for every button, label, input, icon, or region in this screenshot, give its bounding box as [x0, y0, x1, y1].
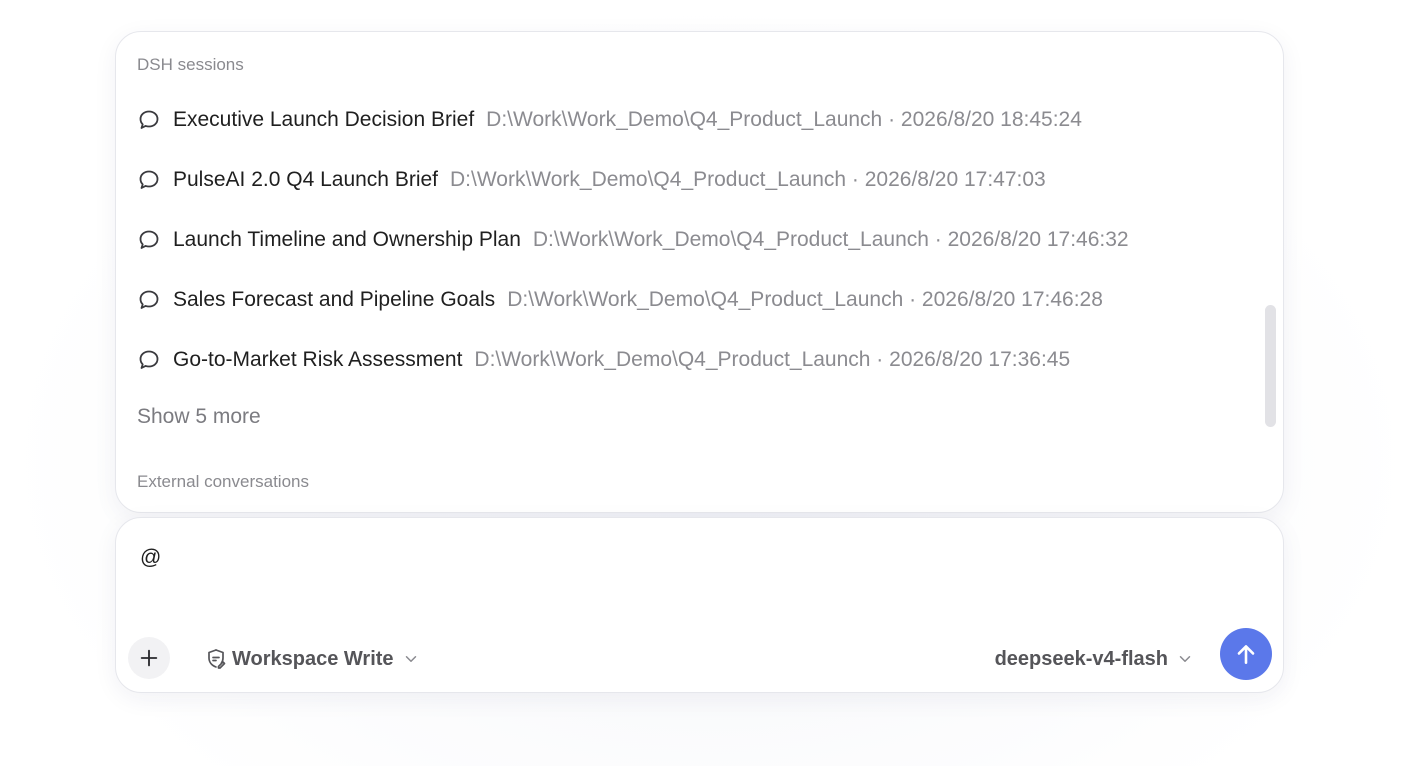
chat-bubble-icon: [137, 108, 161, 132]
session-meta: D:\Work\Work_Demo\Q4_Product_Launch · 20…: [450, 168, 1046, 191]
session-meta: D:\Work\Work_Demo\Q4_Product_Launch · 20…: [474, 348, 1071, 371]
message-input[interactable]: @: [140, 546, 161, 570]
send-button[interactable]: [1220, 628, 1272, 680]
mention-popup: DSH sessions Executive Launch Decision B…: [115, 31, 1284, 513]
session-item[interactable]: Go-to-Market Risk Assessment D:\Work\Wor…: [137, 340, 1237, 380]
session-title: Launch Timeline and Ownership Plan: [173, 228, 521, 251]
session-title: Sales Forecast and Pipeline Goals: [173, 288, 496, 311]
session-meta: D:\Work\Work_Demo\Q4_Product_Launch · 20…: [486, 108, 1082, 131]
session-meta: D:\Work\Work_Demo\Q4_Product_Launch · 20…: [507, 288, 1103, 311]
session-item[interactable]: PulseAI 2.0 Q4 Launch Brief D:\Work\Work…: [137, 160, 1237, 200]
app-stage: DSH sessions Executive Launch Decision B…: [0, 0, 1419, 766]
external-section-header: External conversations: [137, 472, 309, 491]
session-item[interactable]: Executive Launch Decision Brief D:\Work\…: [137, 100, 1237, 140]
session-title: PulseAI 2.0 Q4 Launch Brief: [173, 168, 438, 191]
sessions-section-header: DSH sessions: [137, 55, 244, 74]
session-item[interactable]: Sales Forecast and Pipeline Goals D:\Wor…: [137, 280, 1237, 320]
session-item[interactable]: Launch Timeline and Ownership Plan D:\Wo…: [137, 220, 1237, 260]
chevron-down-icon: [405, 656, 416, 662]
permission-selector[interactable]: Workspace Write: [204, 645, 420, 673]
plus-icon: [140, 649, 158, 667]
popup-scrollbar[interactable]: [1265, 305, 1276, 427]
chat-bubble-icon: [137, 168, 161, 192]
chat-bubble-icon: [137, 288, 161, 312]
session-title: Go-to-Market Risk Assessment: [173, 348, 463, 371]
chevron-down-icon: [1179, 656, 1191, 662]
model-selector[interactable]: deepseek-v4-flash: [995, 645, 1194, 673]
show-more-button[interactable]: Show 5 more: [137, 405, 261, 429]
session-meta: D:\Work\Work_Demo\Q4_Product_Launch · 20…: [532, 228, 1129, 251]
chat-bubble-icon: [137, 348, 161, 372]
add-attachment-button[interactable]: [128, 637, 170, 679]
session-title: Executive Launch Decision Brief: [173, 108, 475, 131]
shield-edit-icon: [208, 649, 226, 669]
chat-bubble-icon: [137, 228, 161, 252]
composer: @ Workspace Write deepseek-v4-flash: [115, 517, 1284, 693]
model-label: deepseek-v4-flash: [994, 647, 1168, 670]
arrow-up-icon: [1237, 645, 1255, 664]
permission-label: Workspace Write: [232, 647, 394, 670]
